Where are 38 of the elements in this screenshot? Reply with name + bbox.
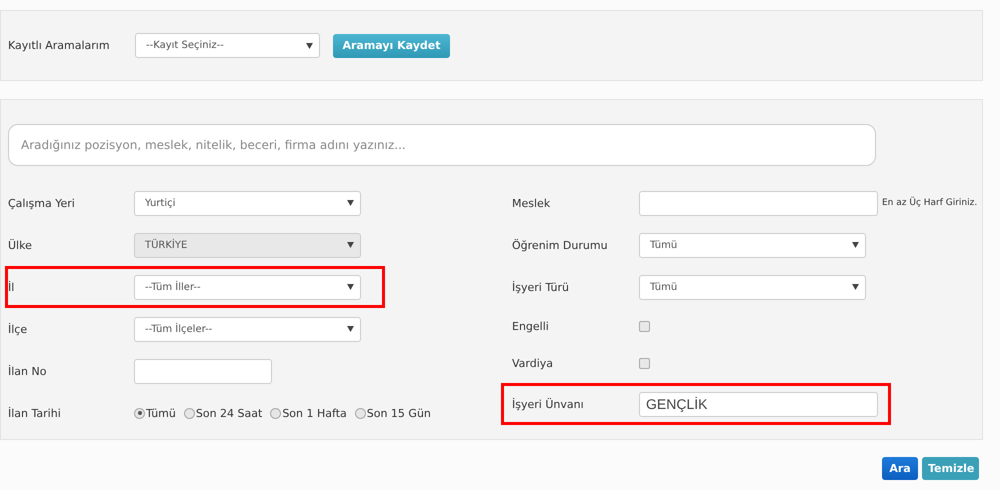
field-label: İlçe: [8, 322, 28, 336]
dropdown[interactable]: --Tüm İller--: [134, 274, 361, 300]
field-label: İlan Tarihi: [8, 406, 62, 420]
input-field[interactable]: [639, 190, 878, 216]
search-button[interactable]: Ara: [882, 457, 918, 480]
field-label: Vardiya: [512, 357, 554, 370]
radio-option[interactable]: Son 24 Saat: [184, 406, 262, 420]
field-label: Çalışma Yeri: [8, 196, 76, 210]
radio-option[interactable]: Tümü: [134, 406, 176, 420]
checkbox[interactable]: [639, 321, 650, 332]
caret-icon: [347, 200, 354, 206]
dropdown[interactable]: --Tüm İlçeler--: [134, 316, 361, 342]
caret-icon: [347, 242, 354, 248]
input-field[interactable]: [134, 358, 272, 384]
field-label: İşyeri Türü: [512, 280, 570, 294]
input-field[interactable]: GENÇLİK: [639, 392, 878, 416]
field-label: Öğrenim Durumu: [512, 238, 609, 252]
dropdown[interactable]: Yurtiçi: [134, 190, 361, 216]
dropdown[interactable]: Tümü: [639, 232, 866, 258]
field-label: İlan No: [8, 364, 48, 378]
caret-icon: [306, 42, 313, 48]
hint-text: En az Üç Harf Giriniz.: [882, 198, 978, 208]
radio-option[interactable]: Son 15 Gün: [354, 406, 431, 420]
checkbox[interactable]: [639, 358, 650, 369]
caret-icon: [852, 242, 859, 248]
caret-icon: [347, 284, 354, 290]
caret-icon: [347, 326, 354, 332]
saved-search-select[interactable]: --Kayıt Seçiniz--: [135, 33, 320, 58]
field-label: Ülke: [8, 238, 33, 252]
field-label: İl: [8, 280, 16, 294]
caret-icon: [852, 284, 859, 290]
radio-option[interactable]: Son 1 Hafta: [270, 406, 347, 420]
field-label: Engelli: [512, 320, 550, 333]
search-field[interactable]: Aradığınız pozisyon, meslek, nitelik, beceri, firma adını yazınız...: [8, 124, 876, 166]
field-label: İşyeri Ünvanı: [512, 398, 585, 410]
dropdown[interactable]: Tümü: [639, 274, 866, 300]
field-label: Meslek: [512, 196, 552, 210]
field-label: Kayıtlı Aramalarım: [8, 39, 111, 52]
